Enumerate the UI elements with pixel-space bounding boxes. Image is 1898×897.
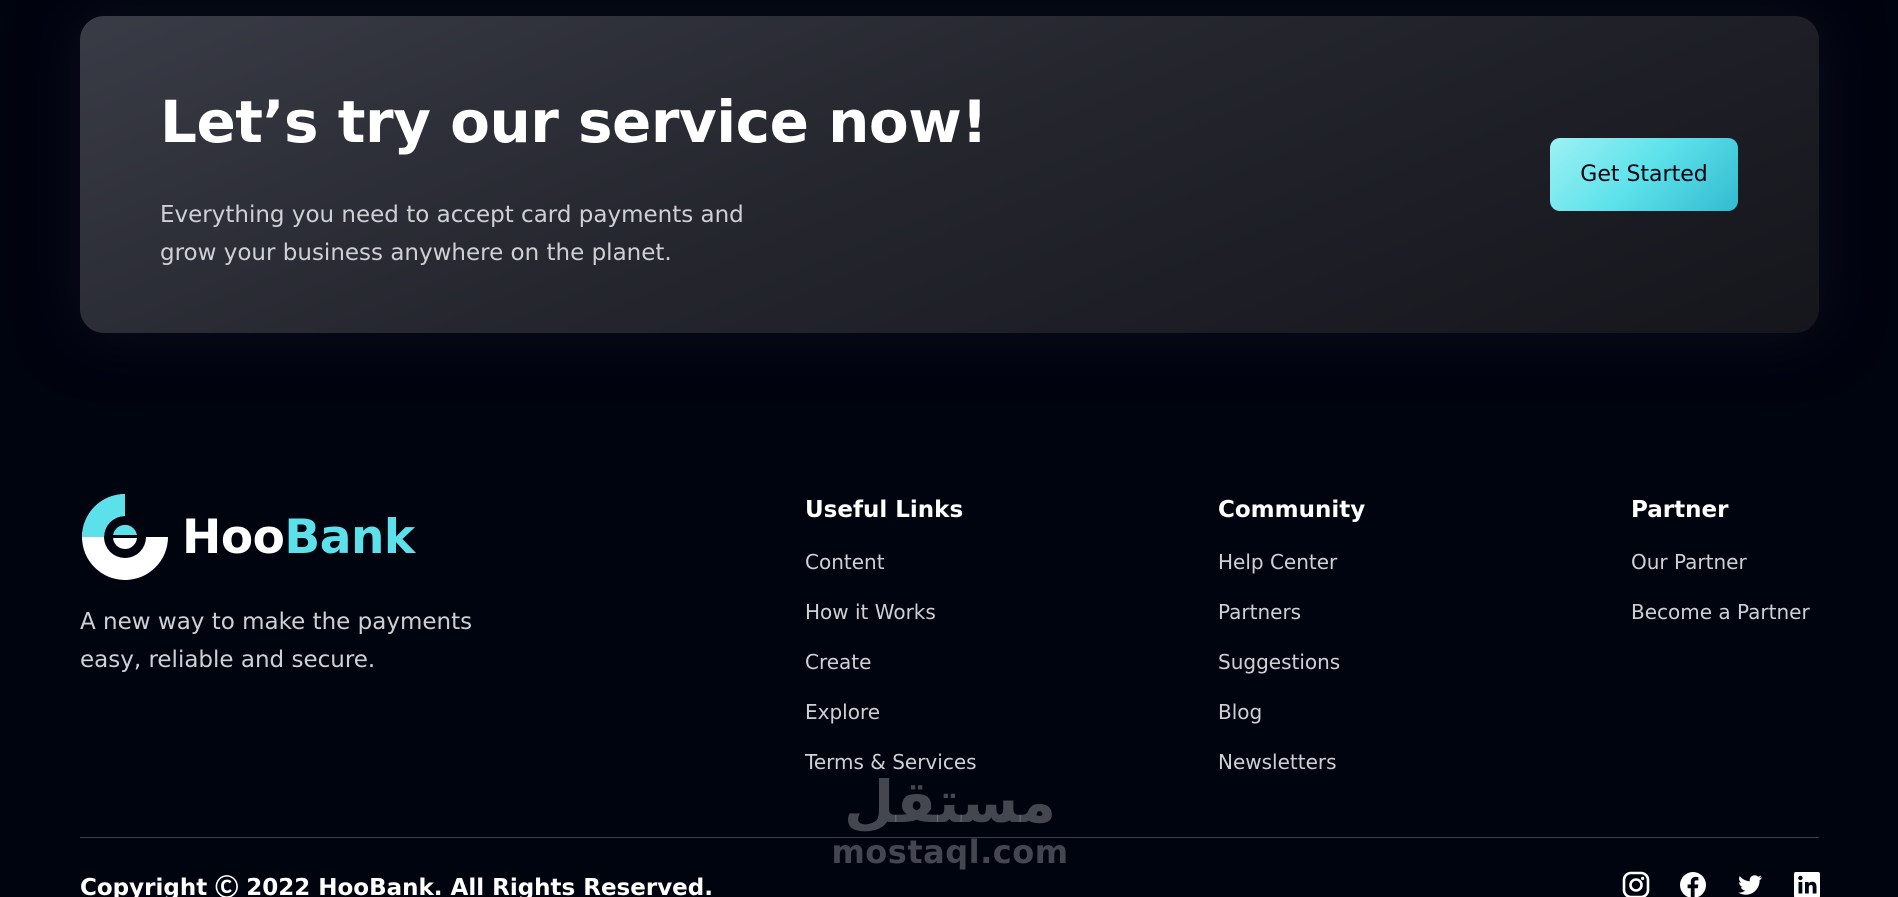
cta-description: Everything you need to accept card payme…: [160, 202, 744, 266]
footer-column-useful-links: Useful Links Content How it Works Create…: [805, 492, 977, 794]
copyright-text: Copyright Ⓒ 2022 HooBank. All Rights Res…: [80, 875, 713, 897]
footer-column-title: Partner: [1631, 497, 1729, 523]
brand-name-part1: Hoo: [182, 509, 285, 565]
instagram-icon[interactable]: [1622, 871, 1650, 897]
footer-link-help-center[interactable]: Help Center: [1218, 550, 1337, 574]
brand-name: HooBank: [182, 510, 415, 565]
facebook-icon[interactable]: [1679, 871, 1707, 897]
twitter-icon[interactable]: [1736, 871, 1764, 897]
footer-link-our-partner[interactable]: Our Partner: [1631, 550, 1747, 574]
page: Let’s try our service now! Everything yo…: [0, 0, 1898, 897]
watermark-latin: mostaql.com: [831, 833, 1069, 871]
footer-column-title: Useful Links: [805, 497, 964, 523]
footer-divider: [80, 837, 1819, 838]
linkedin-icon[interactable]: [1793, 871, 1821, 897]
footer-link-partners[interactable]: Partners: [1218, 600, 1301, 624]
footer-link-blog[interactable]: Blog: [1218, 700, 1262, 724]
footer-link-explore[interactable]: Explore: [805, 700, 880, 724]
footer-link-how-it-works[interactable]: How it Works: [805, 600, 936, 624]
footer-link-suggestions[interactable]: Suggestions: [1218, 650, 1340, 674]
get-started-button[interactable]: Get Started: [1550, 138, 1738, 211]
footer-column-title: Community: [1218, 497, 1366, 523]
footer-column-partner: Partner Our Partner Become a Partner: [1631, 492, 1810, 644]
brand-tagline: A new way to make the payments easy, rel…: [80, 609, 473, 673]
footer-link-become-partner[interactable]: Become a Partner: [1631, 600, 1810, 624]
footer-link-content[interactable]: Content: [805, 550, 885, 574]
cta-title: Let’s try our service now!: [160, 88, 988, 156]
footer-link-create[interactable]: Create: [805, 650, 871, 674]
brand-name-part2: Bank: [284, 509, 415, 565]
hoobank-logo-icon: [82, 494, 168, 580]
footer-link-newsletters[interactable]: Newsletters: [1218, 750, 1337, 774]
cta-card: Let’s try our service now! Everything yo…: [80, 16, 1819, 333]
footer-column-community: Community Help Center Partners Suggestio…: [1218, 492, 1365, 794]
social-links: [1622, 871, 1821, 897]
footer-link-terms-services[interactable]: Terms & Services: [805, 750, 977, 774]
brand[interactable]: HooBank: [80, 492, 415, 582]
